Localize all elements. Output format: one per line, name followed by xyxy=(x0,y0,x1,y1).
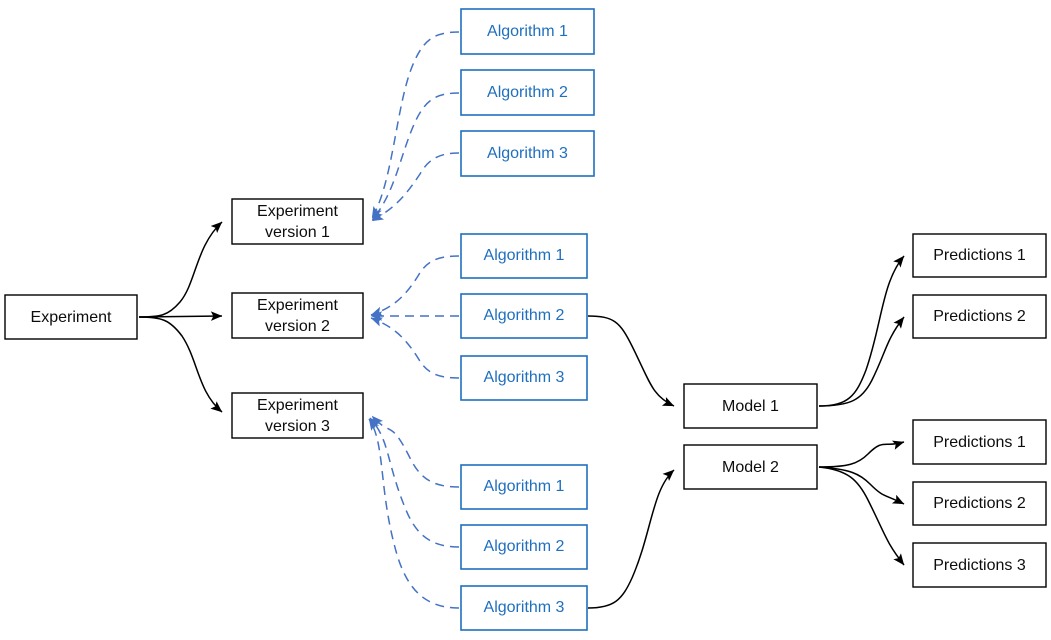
algorithm-bottom-1-label: Algorithm 1 xyxy=(484,478,565,495)
model-1-label: Model 1 xyxy=(722,398,779,415)
predictions-model2-3-label: Predictions 3 xyxy=(933,557,1026,574)
algorithm-top-2-label: Algorithm 2 xyxy=(487,84,568,101)
node-algorithm-top-3[interactable]: Algorithm 3 xyxy=(460,130,595,177)
node-predictions-model1-2[interactable]: Predictions 2 xyxy=(912,294,1047,339)
predictions-model1-1-label: Predictions 1 xyxy=(933,247,1026,264)
edge-model-2-to-predictions-3 xyxy=(818,466,905,566)
node-predictions-model2-3[interactable]: Predictions 3 xyxy=(912,542,1047,588)
edge-model-1-to-predictions-2 xyxy=(818,316,905,407)
algorithm-top-1-label: Algorithm 1 xyxy=(487,23,568,40)
node-algorithm-top-1[interactable]: Algorithm 1 xyxy=(460,8,595,55)
node-experiment[interactable]: Experiment xyxy=(4,294,138,340)
algorithm-middle-2-label: Algorithm 2 xyxy=(484,307,565,324)
node-algorithm-bottom-1[interactable]: Algorithm 1 xyxy=(460,464,588,510)
experiment-version-1-label-line2: version 1 xyxy=(265,224,330,241)
edge-algorithm-top-3-to-version-1 xyxy=(371,152,460,222)
edge-model-2-to-predictions-1 xyxy=(818,440,905,468)
edge-algorithm-middle-1-to-version-2 xyxy=(370,255,460,317)
edge-experiment-to-version-1 xyxy=(138,221,223,318)
edge-model-1-to-predictions-1 xyxy=(818,255,905,407)
edge-algorithm-top-1-to-version-1 xyxy=(371,31,460,219)
node-experiment-version-2[interactable]: Experiment version 2 xyxy=(231,292,364,339)
node-predictions-model2-1[interactable]: Predictions 1 xyxy=(912,419,1047,465)
diagram-canvas: Experiment Experiment version 1 Experime… xyxy=(0,0,1051,640)
experiment-version-1-label-line1: Experiment xyxy=(257,203,338,220)
edge-algorithm-middle-3-to-version-2 xyxy=(370,317,460,379)
node-algorithm-middle-1[interactable]: Algorithm 1 xyxy=(460,233,588,279)
experiment-version-3-label-line2: version 3 xyxy=(265,418,330,435)
dashed-edges-layer xyxy=(368,31,460,609)
node-algorithm-bottom-2[interactable]: Algorithm 2 xyxy=(460,524,588,570)
edge-algorithm-bottom-2-to-version-3 xyxy=(369,417,460,548)
edge-algorithm-bottom-3-to-model-2 xyxy=(587,469,675,609)
edge-algorithm-bottom-1-to-version-3 xyxy=(371,415,460,488)
edge-algorithm-bottom-3-to-version-3 xyxy=(368,418,460,609)
edge-model-2-to-predictions-2 xyxy=(818,466,905,505)
node-algorithm-bottom-3[interactable]: Algorithm 3 xyxy=(460,585,588,631)
model-2-label: Model 2 xyxy=(722,459,779,476)
experiment-version-3-label-line1: Experiment xyxy=(257,397,338,414)
node-experiment-version-3[interactable]: Experiment version 3 xyxy=(231,392,364,439)
predictions-model2-2-label: Predictions 2 xyxy=(933,495,1026,512)
node-algorithm-top-2[interactable]: Algorithm 2 xyxy=(460,69,595,116)
algorithm-bottom-3-label: Algorithm 3 xyxy=(484,599,565,616)
edge-experiment-to-version-3 xyxy=(138,316,223,413)
algorithm-middle-1-label: Algorithm 1 xyxy=(484,247,565,264)
predictions-model2-1-label: Predictions 1 xyxy=(933,434,1026,451)
node-algorithm-middle-2[interactable]: Algorithm 2 xyxy=(460,293,588,339)
node-predictions-model2-2[interactable]: Predictions 2 xyxy=(912,481,1047,526)
edge-algorithm-top-2-to-version-1 xyxy=(371,92,460,221)
node-experiment-version-1[interactable]: Experiment version 1 xyxy=(231,198,364,245)
experiment-label: Experiment xyxy=(31,309,112,326)
experiment-version-2-label-line1: Experiment xyxy=(257,297,338,314)
edge-algorithm-middle-2-to-model-1 xyxy=(587,315,675,407)
node-predictions-model1-1[interactable]: Predictions 1 xyxy=(912,233,1047,278)
experiment-version-2-label-line2: version 2 xyxy=(265,318,330,335)
node-algorithm-middle-3[interactable]: Algorithm 3 xyxy=(460,355,588,401)
node-model-2[interactable]: Model 2 xyxy=(683,444,818,490)
node-model-1[interactable]: Model 1 xyxy=(683,383,818,429)
predictions-model1-2-label: Predictions 2 xyxy=(933,308,1026,325)
algorithm-top-3-label: Algorithm 3 xyxy=(487,145,568,162)
flow-diagram: Experiment Experiment version 1 Experime… xyxy=(4,8,1047,631)
algorithm-bottom-2-label: Algorithm 2 xyxy=(484,538,565,555)
algorithm-middle-3-label: Algorithm 3 xyxy=(484,369,565,386)
